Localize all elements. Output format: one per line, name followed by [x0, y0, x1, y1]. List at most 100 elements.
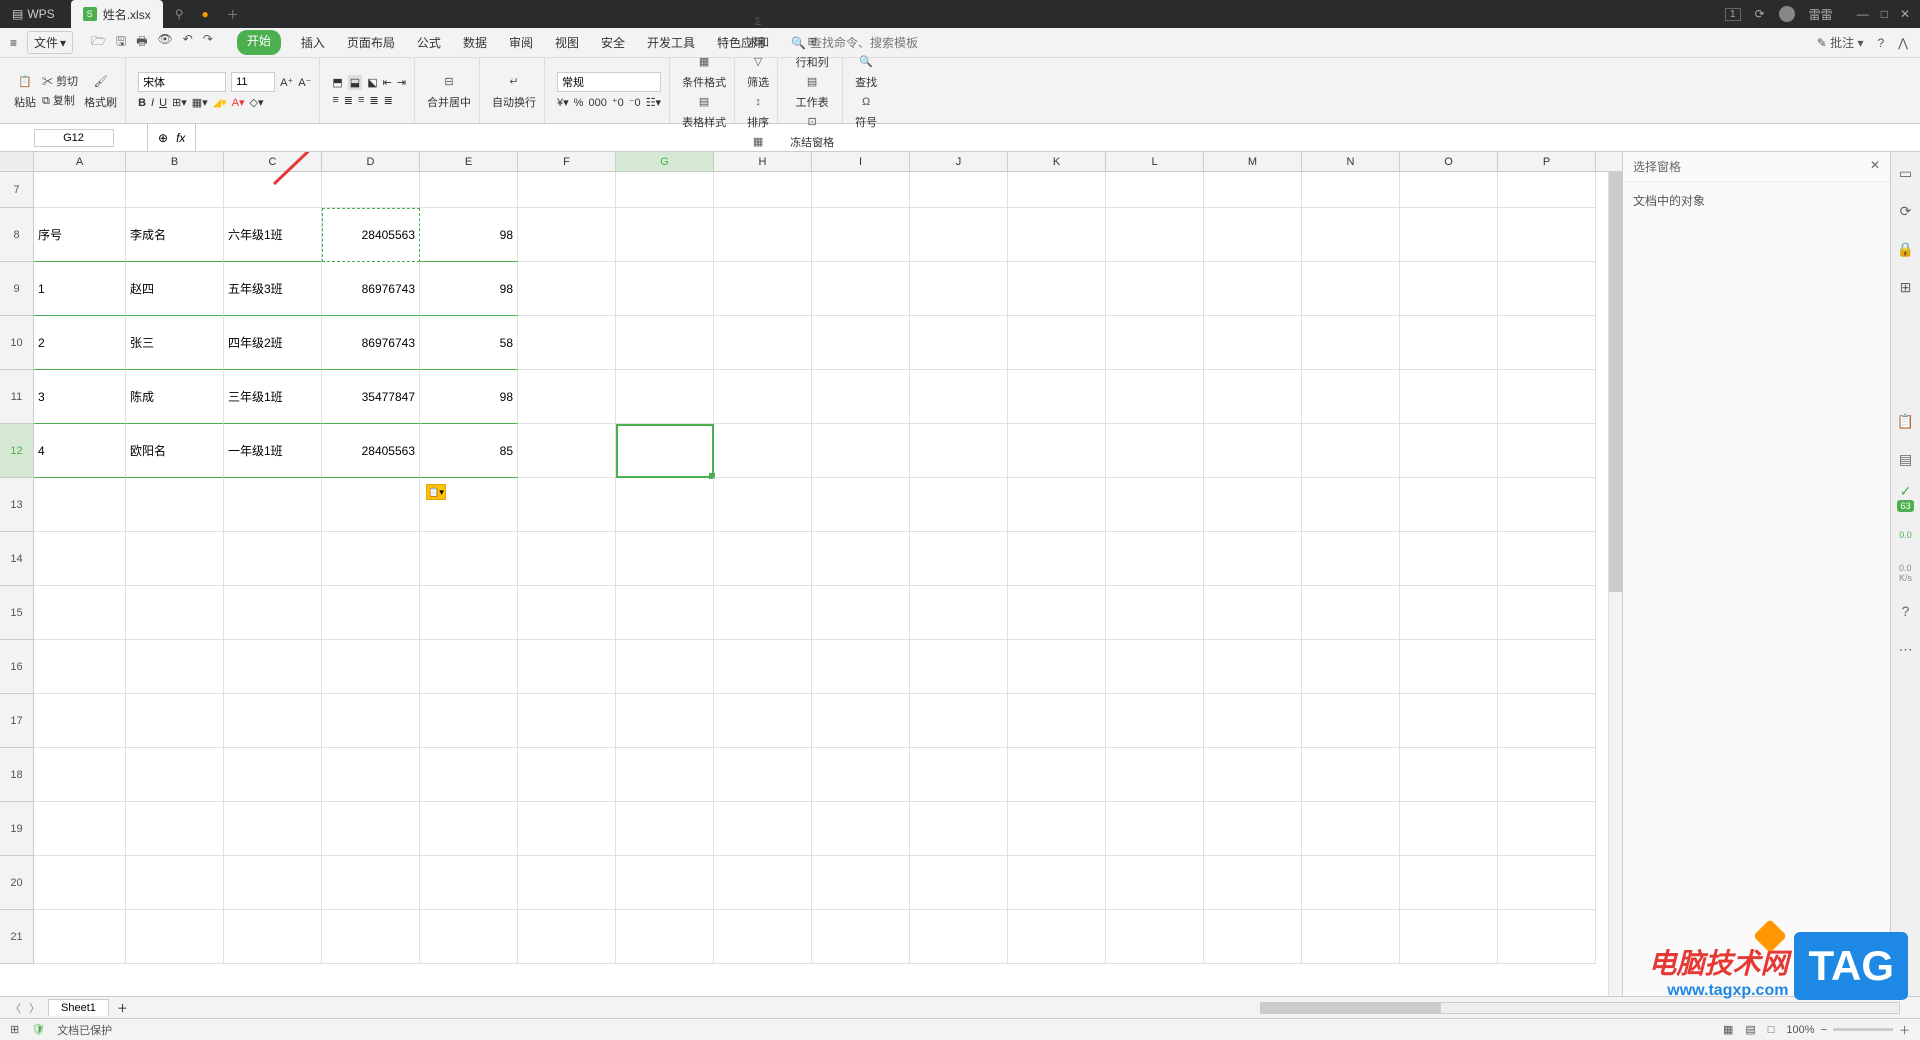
row-header-15[interactable]: 15 [0, 586, 34, 640]
col-header-K[interactable]: K [1008, 152, 1106, 171]
document-tab[interactable]: S 姓名.xlsx [71, 0, 163, 28]
cell-I8[interactable] [812, 208, 910, 262]
col-header-A[interactable]: A [34, 152, 126, 171]
cell-H7[interactable] [714, 172, 812, 208]
cell-A10[interactable]: 2 [34, 316, 126, 370]
underline-button[interactable]: U [159, 97, 167, 109]
ribbon-tab-4[interactable]: 数据 [461, 30, 489, 55]
cell-D19[interactable] [322, 802, 420, 856]
cell-I12[interactable] [812, 424, 910, 478]
increase-font-icon[interactable]: A⁺ [280, 76, 293, 89]
cell-M21[interactable] [1204, 910, 1302, 964]
cell-P20[interactable] [1498, 856, 1596, 910]
cell-C12[interactable]: 一年级1班 [224, 424, 322, 478]
cell-I17[interactable] [812, 694, 910, 748]
cell-B12[interactable]: 欧阳名 [126, 424, 224, 478]
cell-F8[interactable] [518, 208, 616, 262]
cell-D15[interactable] [322, 586, 420, 640]
cell-K12[interactable] [1008, 424, 1106, 478]
cell-D20[interactable] [322, 856, 420, 910]
cell-B10[interactable]: 张三 [126, 316, 224, 370]
clipboard-icon[interactable]: 📋 [1895, 410, 1917, 432]
cell-N21[interactable] [1302, 910, 1400, 964]
cell-D21[interactable] [322, 910, 420, 964]
cell-B19[interactable] [126, 802, 224, 856]
cell-E19[interactable] [420, 802, 518, 856]
select-all-corner[interactable] [0, 152, 34, 171]
cell-J18[interactable] [910, 748, 1008, 802]
font-name-input[interactable] [138, 72, 226, 92]
cell-G9[interactable] [616, 262, 714, 316]
cell-J17[interactable] [910, 694, 1008, 748]
cell-L15[interactable] [1106, 586, 1204, 640]
col-header-B[interactable]: B [126, 152, 224, 171]
cell-F18[interactable] [518, 748, 616, 802]
annotate-icon[interactable]: ✎ 批注 ▾ [1817, 34, 1864, 51]
cell-L14[interactable] [1106, 532, 1204, 586]
cell-J7[interactable] [910, 172, 1008, 208]
cell-A17[interactable] [34, 694, 126, 748]
cell-I14[interactable] [812, 532, 910, 586]
cell-A9[interactable]: 1 [34, 262, 126, 316]
cell-N20[interactable] [1302, 856, 1400, 910]
hamburger-icon[interactable]: ≡ [10, 36, 17, 50]
col-header-H[interactable]: H [714, 152, 812, 171]
cell-F16[interactable] [518, 640, 616, 694]
cell-J13[interactable] [910, 478, 1008, 532]
cell-E8[interactable]: 98 [420, 208, 518, 262]
cell-D9[interactable]: 86976743 [322, 262, 420, 316]
cell-K10[interactable] [1008, 316, 1106, 370]
cell-H16[interactable] [714, 640, 812, 694]
cell-I20[interactable] [812, 856, 910, 910]
cell-H18[interactable] [714, 748, 812, 802]
collapse-ribbon-icon[interactable]: ⋀ [1898, 36, 1908, 50]
cell-H8[interactable] [714, 208, 812, 262]
cell-I13[interactable] [812, 478, 910, 532]
cut-button[interactable]: ✂ 剪切 [42, 73, 78, 89]
cell-P8[interactable] [1498, 208, 1596, 262]
cell-F20[interactable] [518, 856, 616, 910]
zoom-out-icon[interactable]: − [1821, 1024, 1827, 1036]
row-header-11[interactable]: 11 [0, 370, 34, 424]
cell-D8[interactable]: 28405563 [322, 208, 420, 262]
cell-G21[interactable] [616, 910, 714, 964]
cell-N9[interactable] [1302, 262, 1400, 316]
cell-O8[interactable] [1400, 208, 1498, 262]
cell-J8[interactable] [910, 208, 1008, 262]
cell-G18[interactable] [616, 748, 714, 802]
cell-B14[interactable] [126, 532, 224, 586]
cell-O20[interactable] [1400, 856, 1498, 910]
cell-C16[interactable] [224, 640, 322, 694]
col-header-I[interactable]: I [812, 152, 910, 171]
cell-P11[interactable] [1498, 370, 1596, 424]
merge-button[interactable]: ⊟合并居中 [427, 72, 471, 110]
cell-O11[interactable] [1400, 370, 1498, 424]
cell-L9[interactable] [1106, 262, 1204, 316]
cell-P10[interactable] [1498, 316, 1596, 370]
cell-I11[interactable] [812, 370, 910, 424]
row-header-17[interactable]: 17 [0, 694, 34, 748]
row-header-7[interactable]: 7 [0, 172, 34, 208]
cell-F11[interactable] [518, 370, 616, 424]
add-sheet-button[interactable]: ＋ [117, 1000, 128, 1016]
cell-F10[interactable] [518, 316, 616, 370]
view-break-icon[interactable]: □ [1768, 1024, 1775, 1036]
lock-icon[interactable]: 🔒 [1895, 238, 1917, 260]
cell-B16[interactable] [126, 640, 224, 694]
cell-E7[interactable] [420, 172, 518, 208]
percent-icon[interactable]: % [574, 97, 584, 109]
ribbon-tab-3[interactable]: 公式 [415, 30, 443, 55]
select-tool-icon[interactable]: ▭ [1895, 162, 1917, 184]
cell-H9[interactable] [714, 262, 812, 316]
cell-K15[interactable] [1008, 586, 1106, 640]
grid-body[interactable]: 78序号李成名六年级1班284055639891赵四五年级3班869767439… [0, 172, 1622, 964]
cell-M18[interactable] [1204, 748, 1302, 802]
cell-M12[interactable] [1204, 424, 1302, 478]
increase-decimal-icon[interactable]: ⁺0 [612, 96, 624, 109]
minimize-button[interactable]: ― [1857, 7, 1869, 21]
grid-icon[interactable]: ⊞ [1895, 276, 1917, 298]
cond-format-button[interactable]: ▦条件格式 [682, 52, 726, 90]
cell-M20[interactable] [1204, 856, 1302, 910]
cell-C19[interactable] [224, 802, 322, 856]
cell-D12[interactable]: 28405563 [322, 424, 420, 478]
